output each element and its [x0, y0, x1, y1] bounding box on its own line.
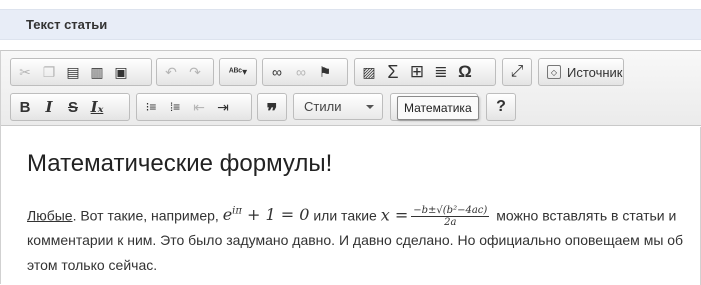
- styles-dropdown[interactable]: Стили: [293, 93, 383, 120]
- chevron-down-icon: [366, 105, 374, 109]
- source-label: Источник: [567, 64, 623, 80]
- redo-icon[interactable]: ↷: [183, 60, 207, 84]
- undo-icon[interactable]: ↶: [159, 60, 183, 84]
- paste-icon[interactable]: ▤: [61, 60, 85, 84]
- maximize-group: ⤢: [502, 58, 532, 86]
- numbered-list-icon[interactable]: ⁝≡: [139, 95, 163, 119]
- link-icon[interactable]: ∞: [265, 60, 289, 84]
- section-title: Текст статьи: [26, 17, 108, 32]
- source-icon: ◇: [547, 65, 561, 79]
- strike-icon[interactable]: S: [61, 95, 85, 119]
- formula-denominator: 2a: [444, 217, 457, 229]
- image-icon[interactable]: ▨: [357, 60, 381, 84]
- blockquote-icon[interactable]: ❞: [260, 95, 284, 123]
- special-char-omega-icon[interactable]: Ω: [453, 60, 477, 84]
- undo-redo-group: ↶ ↷: [156, 58, 214, 86]
- content-heading: Математические формулы!: [27, 150, 333, 177]
- styles-label: Стили: [304, 99, 342, 114]
- cut-icon[interactable]: ✂: [13, 60, 37, 84]
- bulleted-list-icon[interactable]: ⁞≡: [163, 95, 187, 119]
- formula-euler[interactable]: eiπ + 1 = 0: [223, 205, 310, 224]
- insert-group: ▨ Σ ⊞ ≣ Ω: [354, 58, 496, 86]
- content-paragraph: Любые. Вот такие, например, eiπ + 1 = 0 …: [27, 199, 693, 278]
- unlink-icon[interactable]: ∞: [289, 60, 313, 84]
- italic-icon[interactable]: I: [37, 95, 61, 119]
- source-group: ◇ Источник: [538, 58, 624, 86]
- maximize-icon[interactable]: ⤢: [505, 60, 529, 84]
- table-icon[interactable]: ⊞: [405, 60, 429, 84]
- formula-quadratic-fraction[interactable]: −b±√(b²−4ac) 2a: [411, 205, 490, 229]
- help-icon[interactable]: ?: [489, 95, 513, 119]
- text-before-math: . Вот такие, например,: [72, 207, 219, 224]
- paste-word-icon[interactable]: ▣: [109, 60, 133, 84]
- horizontal-rule-icon[interactable]: ≣: [429, 60, 453, 84]
- rich-text-editor: ✂ ❐ ▤ ▥ ▣ ↶ ↷ ᴬᴮᶜ▾ ∞ ∞ ⚑ ▨ Σ ⊞ ≣ Ω ⤢ ◇ И…: [0, 50, 701, 285]
- link-group: ∞ ∞ ⚑: [262, 58, 348, 86]
- editor-content-area[interactable]: Математические формулы! Любые. Вот такие…: [1, 127, 701, 285]
- list-indent-group: ⁝≡ ⁞≡ ⇤ ⇥: [136, 93, 252, 121]
- text-between: или такие: [313, 207, 377, 224]
- basic-styles-group: B I S Iₓ: [10, 93, 130, 121]
- formula-quadratic-lhs[interactable]: x =: [381, 205, 409, 224]
- section-header: Текст статьи: [0, 9, 701, 40]
- remove-format-icon[interactable]: Iₓ: [85, 95, 109, 119]
- math-tooltip: Математика: [397, 96, 479, 120]
- spellcheck-icon[interactable]: ᴬᴮᶜ▾: [222, 60, 254, 84]
- formula-numerator: −b±√(b²−4ac): [411, 205, 490, 218]
- blockquote-group: ❞: [257, 93, 287, 123]
- spellcheck-group: ᴬᴮᶜ▾: [219, 58, 257, 86]
- math-sigma-icon[interactable]: Σ: [381, 60, 405, 84]
- paste-text-icon[interactable]: ▥: [85, 60, 109, 84]
- help-group: ?: [486, 93, 516, 121]
- source-button[interactable]: ◇ Источник: [541, 65, 629, 80]
- anchor-flag-icon[interactable]: ⚑: [313, 60, 337, 84]
- indent-icon[interactable]: ⇥: [211, 95, 235, 119]
- bold-icon[interactable]: B: [13, 95, 37, 119]
- outdent-icon[interactable]: ⇤: [187, 95, 211, 119]
- copy-icon[interactable]: ❐: [37, 60, 61, 84]
- clipboard-group: ✂ ❐ ▤ ▥ ▣: [10, 58, 152, 86]
- link-lyubye[interactable]: Любые: [27, 207, 73, 223]
- editor-toolbar: ✂ ❐ ▤ ▥ ▣ ↶ ↷ ᴬᴮᶜ▾ ∞ ∞ ⚑ ▨ Σ ⊞ ≣ Ω ⤢ ◇ И…: [1, 51, 701, 126]
